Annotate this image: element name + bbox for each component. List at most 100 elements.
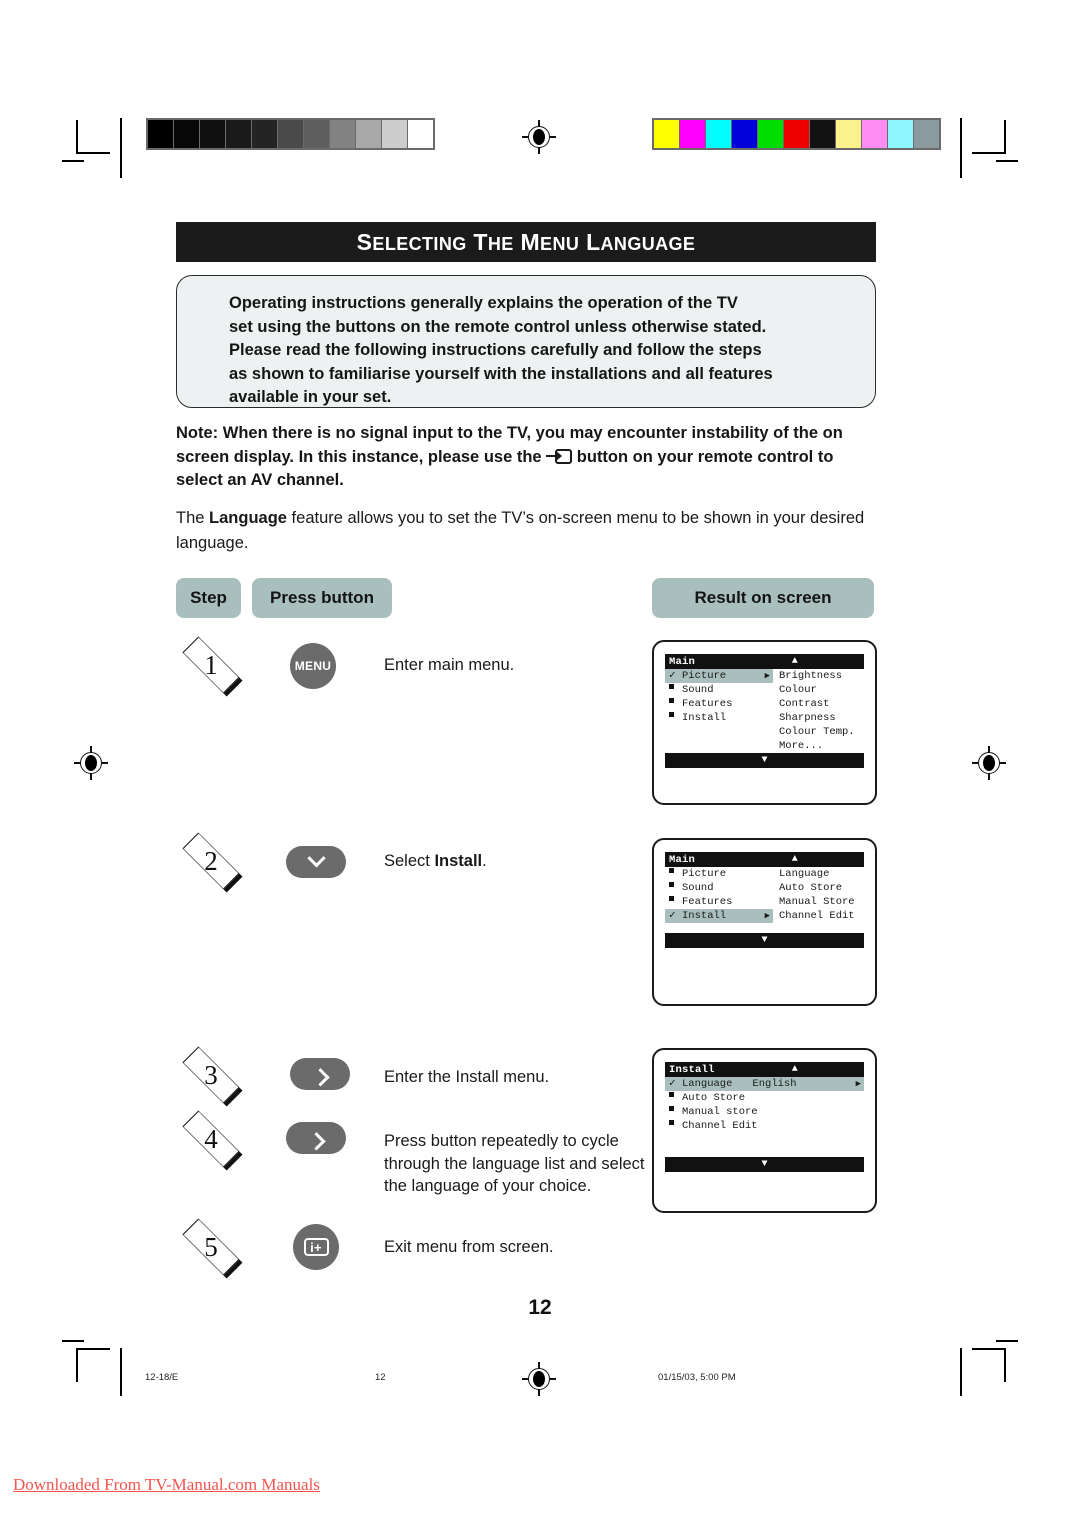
registration-mark-top-center (522, 120, 556, 154)
cursor-right-button-step-3[interactable] (290, 1058, 350, 1090)
osd-item-sound[interactable]: Sound (665, 683, 773, 697)
osd-left-column: ✓ Picture ▶ Sound Features Install (665, 669, 773, 753)
info-exit-button[interactable]: i+ (293, 1224, 339, 1270)
osd-item-label: Picture (682, 868, 727, 880)
step-marker-5: 5 (182, 1218, 243, 1279)
osd-subitem-language[interactable]: Language (777, 867, 864, 881)
osd-title-label: Install (669, 1063, 715, 1076)
step-marker-4: 4 (182, 1110, 243, 1171)
osd-right-column: Brightness Colour Contrast Sharpness Col… (773, 669, 864, 753)
color-swatch (810, 120, 835, 148)
osd-item-install[interactable]: Install (665, 711, 773, 725)
color-swatch (732, 120, 757, 148)
osd-item-label: Sound (682, 684, 714, 696)
osd-title-bar: Main ▲ (665, 654, 864, 669)
osd-item-channel-edit[interactable]: Channel Edit (665, 1119, 864, 1133)
crop-mark-top-right (972, 120, 1006, 154)
check-icon: ✓ (669, 1077, 676, 1090)
osd-bottom-bar: ▼ (665, 753, 864, 768)
menu-button-label: MENU (294, 659, 332, 673)
osd-title-label: Main (669, 853, 696, 866)
intro-callout-box: Operating instructions generally explain… (176, 275, 876, 408)
osd-subitem-brightness[interactable]: Brightness (777, 669, 864, 683)
check-icon: ✓ (669, 909, 676, 922)
osd-item-label: Features (682, 896, 733, 908)
osd-install-language: Install ▲ ✓ Language English ▶ Auto Stor… (665, 1062, 864, 1172)
scroll-down-icon: ▼ (761, 934, 768, 946)
crop-mark-top-left (76, 120, 110, 154)
footer-right: 01/15/03, 5:00 PM (658, 1372, 736, 1383)
step-2-text-post: . (482, 852, 487, 870)
tv-screen-main-picture: Main ▲ ✓ Picture ▶ Sound Features Instal… (652, 640, 877, 805)
osd-item-picture[interactable]: ✓ Picture ▶ (665, 669, 773, 683)
osd-main-picture: Main ▲ ✓ Picture ▶ Sound Features Instal… (665, 654, 864, 768)
lead-pre: The (176, 509, 210, 527)
header-result-on-screen: Result on screen (652, 578, 874, 618)
step-description-2: Select Install. (384, 850, 664, 873)
grayscale-swatch (148, 120, 173, 148)
osd-subitem-manual-store[interactable]: Manual Store (777, 895, 864, 909)
osd-item-install[interactable]: ✓ Install ▶ (665, 909, 773, 923)
osd-subitem-colour[interactable]: Colour (777, 683, 864, 697)
grayscale-swatch (382, 120, 407, 148)
cursor-right-button-step-4[interactable] (286, 1122, 346, 1154)
osd-subitem-colour-temp[interactable]: Colour Temp. (777, 725, 864, 739)
step-number-2: 2 (204, 845, 218, 876)
crop-mark-bottom-right (972, 1348, 1006, 1382)
scroll-up-icon: ▲ (791, 1063, 798, 1075)
osd-item-sound[interactable]: Sound (665, 881, 773, 895)
chevron-right-icon: ▶ (764, 671, 770, 681)
osd-bottom-bar: ▼ (665, 933, 864, 948)
osd-item-language[interactable]: ✓ Language English ▶ (665, 1077, 864, 1091)
step-description-3: Enter the Install menu. (384, 1068, 550, 1086)
color-swatch (914, 120, 939, 148)
crop-mark-bottom-left (76, 1348, 110, 1382)
osd-item-label: Install (682, 910, 727, 922)
manual-page: SELECTING THE MENU LANGUAGE Operating in… (0, 0, 1080, 1528)
step-number-5: 5 (204, 1231, 218, 1262)
step-2-text-pre: Select (384, 852, 435, 870)
bullet-icon (669, 867, 682, 881)
osd-subitem-auto-store[interactable]: Auto Store (777, 881, 864, 895)
page-number: 12 (528, 1296, 552, 1319)
osd-bottom-bar: ▼ (665, 1157, 864, 1172)
scroll-down-icon: ▼ (761, 754, 768, 766)
step-marker-3: 3 (182, 1046, 243, 1107)
step-marker-2: 2 (182, 832, 243, 893)
registration-mark-bottom-center (522, 1362, 556, 1396)
osd-item-features[interactable]: Features (665, 895, 773, 909)
info-plus-icon: i+ (303, 1238, 329, 1256)
cursor-down-button[interactable] (286, 846, 346, 878)
osd-item-manual-store[interactable]: Manual store (665, 1105, 864, 1119)
grayscale-swatch (252, 120, 277, 148)
header-press-button: Press button (252, 578, 392, 618)
bullet-icon (669, 895, 682, 909)
note-paragraph: Note: When there is no signal input to t… (176, 422, 882, 493)
osd-subitem-more[interactable]: More... (777, 739, 864, 753)
scroll-down-icon: ▼ (761, 1158, 768, 1170)
grayscale-swatch (200, 120, 225, 148)
osd-item-features[interactable]: Features (665, 697, 773, 711)
step-marker-1: 1 (182, 636, 243, 697)
step-number-3: 3 (204, 1059, 218, 1090)
step-number-1: 1 (204, 649, 218, 680)
crop-tick-bottom-right (996, 1340, 1018, 1342)
menu-button[interactable]: MENU (290, 643, 336, 689)
color-swatch (654, 120, 679, 148)
osd-item-picture[interactable]: Picture (665, 867, 773, 881)
page-title: SELECTING THE MENU LANGUAGE (356, 228, 696, 255)
osd-subitem-channel-edit[interactable]: Channel Edit (777, 909, 864, 923)
bullet-icon (669, 683, 682, 697)
osd-subitem-contrast[interactable]: Contrast (777, 697, 864, 711)
osd-subitem-sharpness[interactable]: Sharpness (777, 711, 864, 725)
osd-item-label: Features (682, 698, 733, 710)
grayscale-swatch (174, 120, 199, 148)
grayscale-swatch (278, 120, 303, 148)
footer-center: 12 (375, 1372, 386, 1383)
page-title-bar: SELECTING THE MENU LANGUAGE (176, 222, 876, 262)
osd-item-label: Sound (682, 882, 714, 894)
lead-paragraph: The Language feature allows you to set t… (176, 506, 876, 556)
osd-item-auto-store[interactable]: Auto Store (665, 1091, 864, 1105)
step-description-4: Press button repeatedly to cycle through… (384, 1132, 645, 1195)
grayscale-swatch (408, 120, 433, 148)
